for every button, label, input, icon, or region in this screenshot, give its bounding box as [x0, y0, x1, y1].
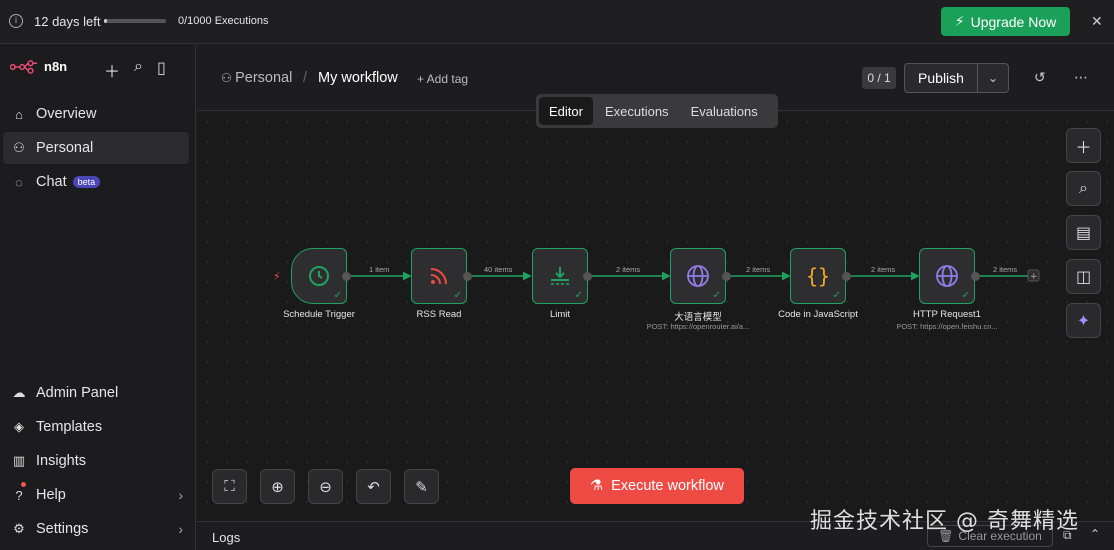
edge-label: 1 item: [369, 265, 390, 274]
plus-icon: ＋: [1075, 139, 1092, 157]
execute-workflow-button[interactable]: ⚗ Execute workflow: [570, 468, 744, 504]
output-port[interactable]: [342, 272, 351, 281]
limit-icon: [551, 267, 569, 285]
node-label: HTTP Request1: [913, 309, 981, 320]
edge-label: 2 items: [993, 265, 1018, 274]
watermark: 掘金技术社区 @ 奇舞精选: [810, 509, 1079, 534]
globe-icon: [936, 265, 958, 287]
search-nodes-button[interactable]: ⌕: [1066, 171, 1101, 206]
output-port[interactable]: [583, 272, 592, 281]
toggle-panel-button[interactable]: ◫: [1066, 259, 1101, 294]
globe-icon: [687, 265, 709, 287]
output-port[interactable]: [463, 272, 472, 281]
node-schedule-trigger[interactable]: ✓: [291, 248, 347, 304]
edge-label: 40 items: [484, 265, 513, 274]
sparkle-icon: ✦: [1076, 312, 1091, 330]
add-node-button[interactable]: ＋: [1066, 128, 1101, 163]
success-check-icon: ✓: [333, 290, 342, 301]
note-icon: ▤: [1075, 224, 1092, 242]
zoom-in-button[interactable]: ⊕: [260, 469, 295, 504]
node-code-javascript[interactable]: {} ✓: [790, 248, 846, 304]
panel-icon: ◫: [1075, 268, 1092, 286]
search-icon: ⌕: [1079, 179, 1088, 197]
node-subtitle: POST: https://openrouter.ai/a...: [646, 322, 750, 331]
edge-label: 2 items: [871, 265, 896, 274]
edge-label: 2 items: [616, 265, 641, 274]
output-port[interactable]: [842, 272, 851, 281]
output-port[interactable]: [971, 272, 980, 281]
edge-label: 2 items: [746, 265, 771, 274]
node-http-request1[interactable]: ✓: [919, 248, 975, 304]
chevron-up-icon[interactable]: ⌃: [1090, 527, 1100, 541]
fit-view-button[interactable]: ⛶: [212, 469, 247, 504]
node-label: 大语言模型: [674, 312, 722, 323]
node-label: RSS Read: [416, 309, 462, 320]
trigger-bolt-icon: ⚡: [273, 270, 281, 283]
node-subtitle: POST: https://open.feishu.cn...: [896, 322, 998, 331]
node-label: Limit: [549, 309, 571, 320]
success-check-icon: ✓: [574, 290, 583, 301]
clock-icon: [309, 266, 329, 286]
node-limit[interactable]: ✓: [532, 248, 588, 304]
output-port[interactable]: [722, 272, 731, 281]
zoom-out-button[interactable]: ⊖: [308, 469, 343, 504]
rss-icon: [430, 268, 447, 285]
success-check-icon: ✓: [961, 290, 970, 301]
svg-text:+: +: [1030, 272, 1038, 282]
success-check-icon: ✓: [453, 290, 462, 301]
flask-icon: ⚗: [590, 478, 604, 494]
zoom-in-icon: ⊕: [271, 478, 284, 496]
logs-title: Logs: [212, 530, 241, 545]
node-llm-http[interactable]: ✓: [670, 248, 726, 304]
sticky-note-button[interactable]: ▤: [1066, 215, 1101, 250]
tidy-up-button[interactable]: ✎: [404, 469, 439, 504]
ai-assistant-button[interactable]: ✦: [1066, 303, 1101, 338]
undo-icon: ↶: [367, 478, 380, 496]
node-label: Code in JavaScript: [778, 309, 858, 320]
execute-label: Execute workflow: [611, 478, 724, 494]
success-check-icon: ✓: [832, 290, 841, 301]
undo-button[interactable]: ↶: [356, 469, 391, 504]
node-label: Schedule Trigger: [283, 309, 355, 320]
broom-icon: ✎: [415, 478, 428, 496]
zoom-out-icon: ⊖: [319, 478, 332, 496]
node-rss-read[interactable]: ✓: [411, 248, 467, 304]
code-braces-icon: {}: [805, 264, 831, 288]
success-check-icon: ✓: [712, 290, 721, 301]
fullscreen-icon: ⛶: [224, 478, 235, 495]
